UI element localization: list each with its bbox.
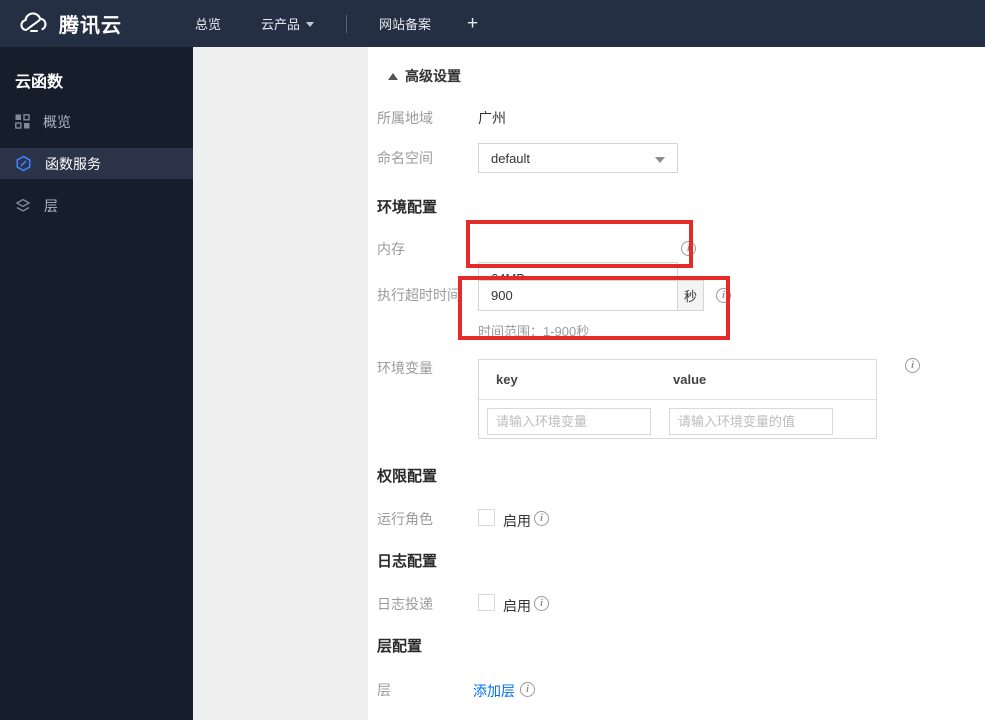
add-layer-link[interactable]: 添加层 <box>473 681 515 701</box>
sidebar-item-label: 概览 <box>43 113 71 130</box>
content-gutter <box>193 47 368 720</box>
namespace-label: 命名空间 <box>377 150 433 166</box>
log-enable-label[interactable]: 启用 <box>503 596 531 616</box>
env-vars-info-icon[interactable]: i <box>905 358 920 373</box>
env-key-input[interactable] <box>487 408 651 435</box>
log-enable-checkbox[interactable] <box>478 594 495 611</box>
layers-icon <box>15 198 31 214</box>
timeout-info-icon[interactable]: i <box>716 288 731 303</box>
section-log-config: 日志配置 <box>377 553 438 570</box>
nav-item-overview[interactable]: 总览 <box>185 14 231 33</box>
layer-label: 层 <box>377 682 391 698</box>
nav-divider <box>346 14 348 33</box>
nav-menu: 总览 云产品 网站备案 + <box>175 13 488 35</box>
env-vars-label: 环境变量 <box>377 360 433 376</box>
sidebar-item-label: 函数服务 <box>45 155 101 172</box>
role-label: 运行角色 <box>377 511 433 527</box>
memory-highlight-box <box>466 220 693 268</box>
env-vars-header-row: key value <box>479 360 876 400</box>
sidebar-item-label: 层 <box>44 197 58 214</box>
chevron-down-icon <box>306 22 315 27</box>
timeout-label: 执行超时时间 <box>377 287 461 303</box>
add-tab-button[interactable]: + <box>457 13 488 35</box>
region-label: 所属地域 <box>377 110 433 126</box>
namespace-select[interactable]: default <box>478 143 678 173</box>
sidebar: 云函数 概览 函数服务 层 <box>0 47 193 720</box>
cloud-logo-icon <box>18 11 50 36</box>
memory-label: 内存 <box>377 241 405 257</box>
top-navbar: 腾讯云 总览 云产品 网站备案 + <box>0 0 985 47</box>
region-value: 广州 <box>478 110 506 126</box>
memory-info-icon[interactable]: i <box>681 241 696 256</box>
tencent-cloud-logo[interactable]: 腾讯云 <box>0 9 175 38</box>
env-value-input[interactable] <box>669 408 833 435</box>
nav-item-icp[interactable]: 网站备案 <box>369 14 441 33</box>
sidebar-item-layers[interactable]: 层 <box>0 190 193 221</box>
log-info-icon[interactable]: i <box>534 596 549 611</box>
env-key-header: key <box>496 372 518 387</box>
brand-name: 腾讯云 <box>59 15 122 37</box>
chevron-down-icon <box>655 157 665 163</box>
sidebar-title: 云函数 <box>15 74 64 91</box>
timeout-input[interactable] <box>478 280 678 311</box>
role-enable-checkbox[interactable] <box>478 509 495 526</box>
env-vars-input-row <box>479 400 876 435</box>
section-env-config: 环境配置 <box>377 199 438 216</box>
page: 腾讯云 总览 云产品 网站备案 + 云函数 概览 函数服务 层 高级设置 所属地… <box>0 0 985 720</box>
timeout-unit: 秒 <box>678 280 704 311</box>
env-value-header: value <box>673 372 707 387</box>
section-permission-config: 权限配置 <box>377 468 438 485</box>
timeout-range-hint: 时间范围：1-900秒 <box>478 324 590 339</box>
sidebar-item-function-service[interactable]: 函数服务 <box>0 148 193 179</box>
nav-item-products[interactable]: 云产品 <box>251 14 324 33</box>
sidebar-item-overview[interactable]: 概览 <box>0 106 193 137</box>
log-delivery-label: 日志投递 <box>377 596 433 612</box>
layer-info-icon[interactable]: i <box>520 682 535 697</box>
grid-icon <box>15 114 30 129</box>
function-hexagon-icon <box>15 155 32 172</box>
section-layer-config: 层配置 <box>377 638 423 655</box>
role-info-icon[interactable]: i <box>534 511 549 526</box>
advanced-settings-toggle[interactable]: 高级设置 <box>388 66 461 86</box>
sidebar-menu: 概览 函数服务 层 <box>0 106 193 221</box>
settings-panel: 高级设置 所属地域 广州 命名空间 default 环境配置 内存 64MB i… <box>368 47 985 720</box>
env-vars-table: key value <box>478 359 877 439</box>
collapse-triangle-icon <box>388 72 398 80</box>
role-enable-label[interactable]: 启用 <box>503 511 531 531</box>
